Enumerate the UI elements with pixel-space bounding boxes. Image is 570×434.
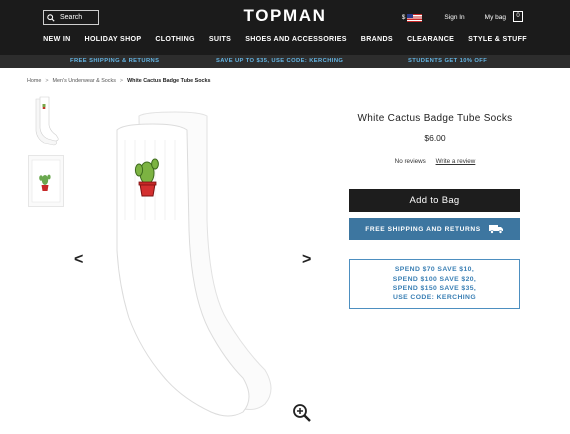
offer-line: SPEND $150 SAVE $35,	[392, 285, 477, 292]
header-account-area: $ Sign In My bag	[402, 12, 522, 23]
thumbnail-1[interactable]	[28, 95, 64, 149]
thumbnail-2[interactable]	[28, 155, 64, 207]
flag-icon	[407, 13, 423, 22]
reviews-count: No reviews	[394, 158, 426, 165]
zoom-icon[interactable]	[292, 403, 312, 428]
nav-item-suits[interactable]: SUITS	[202, 35, 238, 49]
add-to-bag-button[interactable]: Add to Bag	[349, 189, 520, 212]
breadcrumb-current: White Cactus Badge Tube Socks	[127, 78, 211, 84]
breadcrumb-category[interactable]: Men's Underwear & Socks	[53, 78, 116, 84]
bag-count: 0	[516, 13, 520, 19]
offer-box: SPEND $70 SAVE $10, SPEND $100 SAVE $20,…	[349, 259, 520, 309]
promo-students[interactable]: STUDENTS GET 10% OFF	[408, 58, 487, 64]
promo-code[interactable]: SAVE UP TO $35, USE CODE: KERCHING	[216, 58, 343, 64]
chevron-right-icon[interactable]: >	[302, 251, 311, 269]
nav-item-shoes-accessories[interactable]: SHOES AND ACCESSORIES	[238, 35, 354, 49]
promo-shipping[interactable]: FREE SHIPPING & RETURNS	[70, 58, 159, 64]
white-socks-image	[116, 111, 272, 417]
free-shipping-button[interactable]: FREE SHIPPING AND RETURNS	[349, 218, 520, 240]
chevron-left-icon[interactable]: <	[74, 251, 83, 269]
my-bag-link[interactable]: My bag	[485, 14, 506, 21]
reviews-row: No reviews Write a review	[340, 158, 530, 165]
breadcrumb-separator: >	[45, 78, 49, 84]
sock-closeup-thumbnail-image	[31, 159, 61, 203]
breadcrumb-home[interactable]: Home	[27, 78, 41, 84]
sock-thumbnail-image	[35, 96, 59, 146]
offer-line: USE CODE: KERCHING	[392, 294, 477, 302]
bag-icon[interactable]: 0	[513, 11, 523, 22]
currency-selector[interactable]: $	[401, 13, 423, 22]
product-price: $6.00	[424, 133, 446, 143]
write-review-link[interactable]: Write a review	[436, 158, 476, 165]
nav-item-new-in[interactable]: NEW IN	[36, 35, 77, 49]
product-main-image	[95, 100, 295, 420]
offer-line: SPEND $70 SAVE $10,	[394, 266, 475, 274]
nav-item-brands[interactable]: BRANDS	[354, 35, 400, 49]
free-shipping-label: FREE SHIPPING AND RETURNS	[365, 225, 481, 233]
breadcrumb-separator: >	[119, 78, 124, 84]
sign-in-link[interactable]: Sign In	[444, 14, 464, 21]
currency-symbol: $	[401, 14, 406, 21]
nav-item-holiday-shop[interactable]: HOLIDAY SHOP	[78, 35, 149, 49]
nav-item-style-stuff[interactable]: STYLE & STUFF	[461, 35, 534, 49]
nav-item-clothing[interactable]: CLOTHING	[148, 35, 201, 49]
site-header: Search TOPMAN $ Sign In My bag 0 NEW IN …	[0, 0, 570, 55]
promo-bar: FREE SHIPPING & RETURNS SAVE UP TO $35, …	[0, 55, 570, 68]
main-nav: NEW IN HOLIDAY SHOP CLOTHING SUITS SHOES…	[0, 35, 570, 49]
nav-item-clearance[interactable]: CLEARANCE	[400, 35, 461, 49]
truck-icon	[488, 225, 503, 234]
product-title: White Cactus Badge Tube Socks	[357, 113, 513, 124]
breadcrumb: Home > Men's Underwear & Socks > White C…	[27, 78, 211, 84]
offer-line: SPEND $100 SAVE $20,	[392, 275, 477, 283]
